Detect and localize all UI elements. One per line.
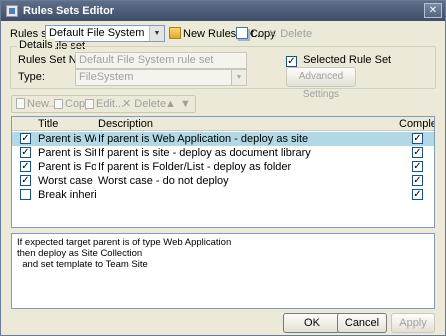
delete-icon: ✕ [122, 98, 132, 110]
delete-icon: ✕ [268, 28, 278, 40]
row-complete-checkbox[interactable]: ✓ [412, 175, 423, 186]
column-header-description[interactable]: Description [98, 118, 153, 130]
table-row[interactable]: ✓ Parent is Folder/L...If parent is Folde… [12, 160, 434, 174]
row-title: Break inheritance [38, 189, 96, 201]
edit-rule-button[interactable]: Edit... [85, 96, 124, 112]
row-enabled-checkbox[interactable] [20, 189, 31, 200]
checkbox-checked-icon: ✓ [286, 56, 297, 67]
grid-header: Title Description Complete [12, 117, 434, 131]
table-row[interactable]: ✓ Worst case Worst case - do not deploy ✓ [12, 174, 434, 188]
row-description: If parent is Folder/List - deploy as fol… [98, 161, 292, 173]
rules-set-name-field[interactable]: Default File System rule set [75, 52, 247, 69]
table-row[interactable]: ✓ Parent is SiteIf parent is site - deplo… [12, 146, 434, 160]
delete-rules-set-button[interactable]: ✕ Delete [268, 26, 312, 42]
copy-icon [54, 99, 63, 109]
title-bar[interactable]: Rules Sets Editor ✕ [1, 1, 445, 21]
row-enabled-checkbox[interactable]: ✓ [20, 161, 31, 172]
row-enabled-checkbox[interactable]: ✓ [20, 175, 31, 186]
arrow-down-icon: ▼ [180, 98, 191, 110]
column-header-complete[interactable]: Complete [399, 118, 434, 130]
selected-rule-set-checkbox[interactable]: ✓ Selected Rule Set [286, 54, 391, 67]
delete-rule-button[interactable]: ✕ Delete [122, 96, 166, 112]
new-document-icon [16, 98, 25, 109]
rules-toolbar: New... Copy Edit... ✕ Delete ▲ ▼ [11, 95, 196, 113]
row-title: Parent is Folder/L... [38, 161, 96, 173]
row-title: Parent is Site [38, 147, 96, 159]
rule-description-text[interactable]: If expected target parent is of type Web… [11, 233, 435, 309]
details-group-title: Details [17, 39, 55, 51]
cancel-button[interactable]: Cancel [337, 313, 387, 333]
row-description: If parent is Web Application - deploy as… [98, 133, 309, 145]
advanced-settings-button[interactable]: Advanced Settings [286, 67, 356, 100]
row-complete-checkbox[interactable]: ✓ [412, 133, 423, 144]
row-title: Parent is Web App [38, 133, 96, 145]
row-complete-checkbox[interactable]: ✓ [412, 147, 423, 158]
window-title: Rules Sets Editor [23, 5, 115, 17]
edit-rule-label: Edit... [96, 98, 125, 110]
table-row[interactable]: ✓ Parent is Web AppIf parent is Web Appli… [12, 132, 434, 146]
row-enabled-checkbox[interactable]: ✓ [20, 147, 31, 158]
close-icon: ✕ [428, 5, 438, 16]
new-rule-button[interactable]: New... [16, 96, 58, 112]
chevron-down-icon: ▼ [231, 70, 246, 85]
rules-grid: Title Description Complete ✓ Parent is We… [11, 116, 435, 228]
rules-set-dropdown[interactable]: Default File System rule set ▼ [45, 25, 165, 52]
new-rule-label: New... [27, 98, 58, 110]
type-dropdown[interactable]: FileSystem ▼ [75, 69, 247, 86]
row-title: Worst case [38, 175, 93, 187]
rules-sets-editor-window: Rules Sets Editor ✕ Rules set: Default F… [0, 0, 446, 336]
column-header-title[interactable]: Title [38, 118, 58, 130]
row-complete-checkbox[interactable]: ✓ [412, 161, 423, 172]
type-label: Type: [18, 71, 45, 83]
row-description: Worst case - do not deploy [98, 175, 229, 187]
row-enabled-checkbox[interactable]: ✓ [20, 133, 31, 144]
type-value: FileSystem [79, 71, 134, 83]
table-row[interactable]: Break inheritance ✓ [12, 188, 434, 202]
close-button[interactable]: ✕ [424, 3, 442, 18]
arrow-up-icon: ▲ [165, 98, 176, 110]
chevron-down-icon: ▼ [149, 26, 164, 41]
row-description: If parent is site - deploy as document l… [98, 147, 311, 159]
ok-button[interactable]: OK [283, 313, 341, 333]
delete-rules-set-label: Delete [280, 28, 313, 40]
move-down-button[interactable]: ▼ [180, 96, 191, 112]
folder-icon [169, 27, 181, 39]
move-up-button[interactable]: ▲ [165, 96, 176, 112]
app-icon [6, 5, 18, 17]
apply-button[interactable]: Apply [391, 313, 435, 333]
edit-icon [85, 99, 94, 109]
row-complete-checkbox[interactable]: ✓ [412, 189, 423, 200]
copy-icon [236, 27, 248, 39]
delete-rule-label: Delete [134, 98, 167, 110]
selected-rule-set-label: Selected Rule Set [303, 54, 392, 66]
